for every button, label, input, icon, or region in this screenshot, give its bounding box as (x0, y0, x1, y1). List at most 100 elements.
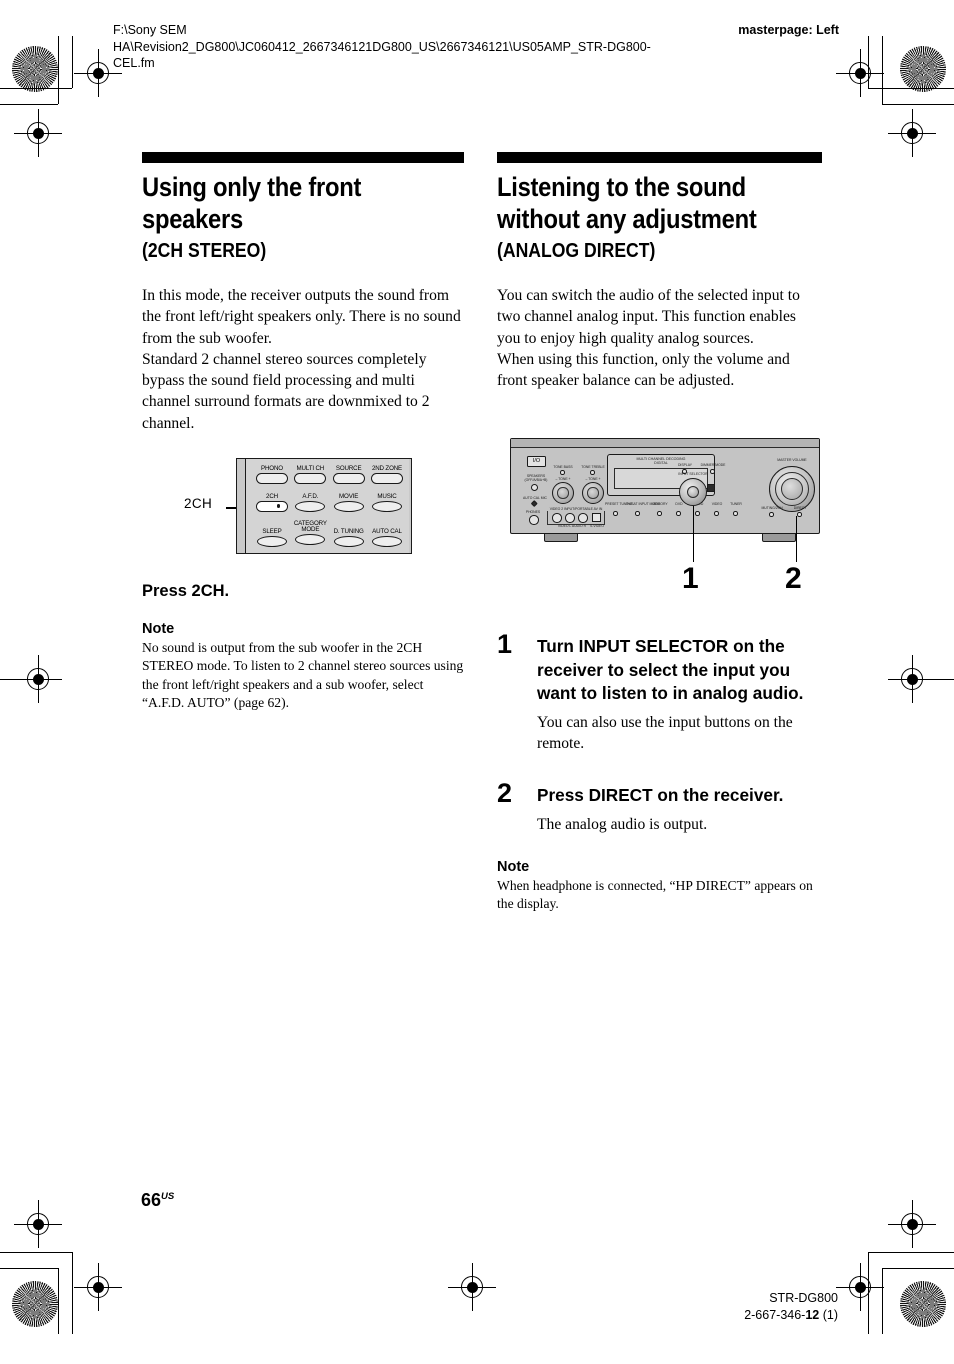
remote-button-row-1: PHONO MULTI CH SOURCE 2ND ZONE (254, 465, 405, 484)
crop-line-bottom-right-v1 (868, 1252, 869, 1334)
video-label: VIDEO (711, 502, 723, 506)
direct-button[interactable] (797, 512, 802, 517)
remote-button-phono[interactable]: PHONO (254, 465, 290, 484)
remote-button-auto-cal[interactable]: AUTO CAL (369, 521, 405, 547)
tone-bass-knob[interactable] (552, 482, 574, 504)
remote-figure: 2CH PHONO MULTI CH SOURCE 2ND ZONE 2CH A… (142, 452, 464, 562)
right-note: Note When headphone is connected, “HP DI… (497, 859, 822, 914)
memory-button[interactable] (657, 511, 662, 516)
remote-button-d-tuning-key[interactable] (333, 535, 364, 547)
registration-mark-bottom-left-outer (14, 1200, 62, 1248)
step-2-number: 2 (497, 778, 513, 809)
callout-leader-1 (693, 506, 695, 562)
remote-button-2nd-zone-key[interactable] (370, 472, 403, 484)
remote-button-2nd-zone-label: 2ND ZONE (371, 465, 403, 472)
crop-line-top-right-v1 (868, 36, 869, 88)
tuner-button[interactable] (733, 511, 738, 516)
remote-button-category-mode-key[interactable] (295, 534, 326, 546)
remote-button-music[interactable]: MUSIC (369, 493, 405, 512)
s-video-label: S-VIDEO (590, 524, 604, 528)
registration-star-bottom-left (12, 1281, 58, 1327)
muting-label: MUTING/2CH (761, 506, 783, 510)
speakers-knob[interactable] (531, 484, 538, 491)
remote-button-2nd-zone[interactable]: 2ND ZONE (369, 465, 405, 484)
remote-button-afd[interactable]: A.F.D. (292, 493, 328, 512)
auto-cal-mic-jack[interactable] (531, 500, 538, 507)
phones-label: PHONES (525, 510, 541, 514)
remote-button-source[interactable]: SOURCE (331, 465, 367, 484)
tone-treble-label: TONE TREBLE (581, 465, 605, 469)
tone-treble-knob[interactable] (582, 482, 604, 504)
callout-number-2: 2 (785, 562, 802, 595)
remote-button-afd-label: A.F.D. (302, 493, 319, 500)
callout-leader-2 (796, 516, 798, 562)
preset-tuning-button[interactable] (613, 511, 618, 516)
remote-callout-label: 2CH (184, 496, 213, 511)
receiver-figure: I/O SPEAKERS (OFF/A/B/A+B) AUTO CAL MIC … (505, 436, 830, 601)
crop-line-top-left-v1 (58, 36, 59, 104)
crop-line-top-right-v2 (882, 36, 883, 104)
remote-body: PHONO MULTI CH SOURCE 2ND ZONE 2CH A.F.D… (236, 458, 412, 554)
header-file-path: F:\Sony SEM HA\Revision2_DG800\JC060412_… (113, 23, 651, 70)
video-jack-2[interactable] (565, 513, 575, 523)
display-button-label: DISPLAY (677, 463, 693, 467)
input-selector-knob[interactable] (679, 478, 707, 506)
video-button[interactable] (714, 511, 719, 516)
input-selector-label: INPUT SELECTOR (678, 472, 708, 476)
remote-button-multi-ch-key[interactable] (294, 472, 327, 484)
video-jack-3[interactable] (578, 513, 588, 523)
remote-button-afd-key[interactable] (295, 500, 326, 512)
receiver-foot-right (762, 533, 796, 542)
remote-button-2ch[interactable]: 2CH (254, 493, 290, 512)
remote-button-d-tuning-label: D. TUNING (333, 528, 364, 535)
remote-button-source-label: SOURCE (335, 465, 362, 472)
display-corner-button[interactable] (707, 484, 715, 492)
tv-sat-input-mode-button[interactable] (635, 511, 640, 516)
crop-line-bottom-left-v1 (58, 1268, 59, 1334)
left-note-body: No sound is output from the sub woofer i… (142, 640, 464, 711)
step-1-number: 1 (497, 629, 513, 659)
registration-mark-bottom-left (74, 1263, 122, 1311)
remote-button-phono-key[interactable] (256, 472, 288, 484)
remote-button-sleep-key[interactable] (257, 535, 287, 547)
remote-button-d-tuning[interactable]: D. TUNING (331, 521, 367, 547)
registration-mark-bottom-right (836, 1263, 884, 1311)
page-number: 66US (141, 1190, 174, 1211)
muting-button[interactable] (769, 512, 774, 517)
left-column: Using only the front speakers (2CH STERE… (142, 152, 464, 434)
remote-button-multi-ch[interactable]: MULTI CH (292, 465, 328, 484)
remote-button-sleep[interactable]: SLEEP (254, 521, 290, 547)
s-video-jack[interactable] (592, 513, 601, 522)
step-2-subtext: The analog audio is output. (537, 815, 708, 833)
right-note-body: When headphone is connected, “HP DIRECT”… (497, 877, 813, 912)
registration-mark-bottom-right-outer (888, 1200, 936, 1248)
remote-button-row-2: 2CH A.F.D. MOVIE MUSIC (254, 493, 405, 512)
remote-button-2ch-key[interactable] (256, 500, 288, 512)
remote-button-phono-label: PHONO (261, 465, 283, 472)
video-jack-1[interactable] (552, 513, 562, 523)
page-number-suffix: US (161, 1191, 175, 1202)
registration-mark-top-left (74, 49, 122, 97)
remote-button-movie-key[interactable] (333, 500, 364, 512)
crop-rule-right-middle (914, 679, 954, 680)
registration-mark-top-left-outer (14, 109, 62, 157)
direct-label: DIRECT (793, 506, 807, 510)
remote-button-auto-cal-label: AUTO CAL (372, 528, 402, 535)
power-button[interactable]: I/O (527, 456, 546, 467)
remote-button-category-mode[interactable]: CATEGORY MODE (292, 520, 328, 547)
left-column-lower: Press 2CH. Note No sound is output from … (142, 582, 464, 713)
remote-button-movie[interactable]: MOVIE (331, 493, 367, 512)
right-column-rule (497, 152, 822, 163)
phones-jack[interactable] (529, 515, 539, 525)
crop-line-bottom-right-h1 (868, 1252, 954, 1253)
crop-rule-left-middle (0, 679, 40, 680)
dvd-button[interactable] (676, 511, 681, 516)
remote-button-auto-cal-key[interactable] (371, 535, 402, 547)
right-column: Listening to the sound without any adjus… (497, 152, 822, 391)
remote-button-source-key[interactable] (332, 472, 365, 484)
remote-button-music-key[interactable] (371, 500, 402, 512)
sacd-button[interactable] (695, 511, 700, 516)
tone-bass-label: TONE BASS (553, 465, 573, 469)
preset-tuning-label: PRESET TUNING (605, 502, 633, 506)
auto-cal-mic-label: AUTO CAL MIC (523, 496, 547, 500)
